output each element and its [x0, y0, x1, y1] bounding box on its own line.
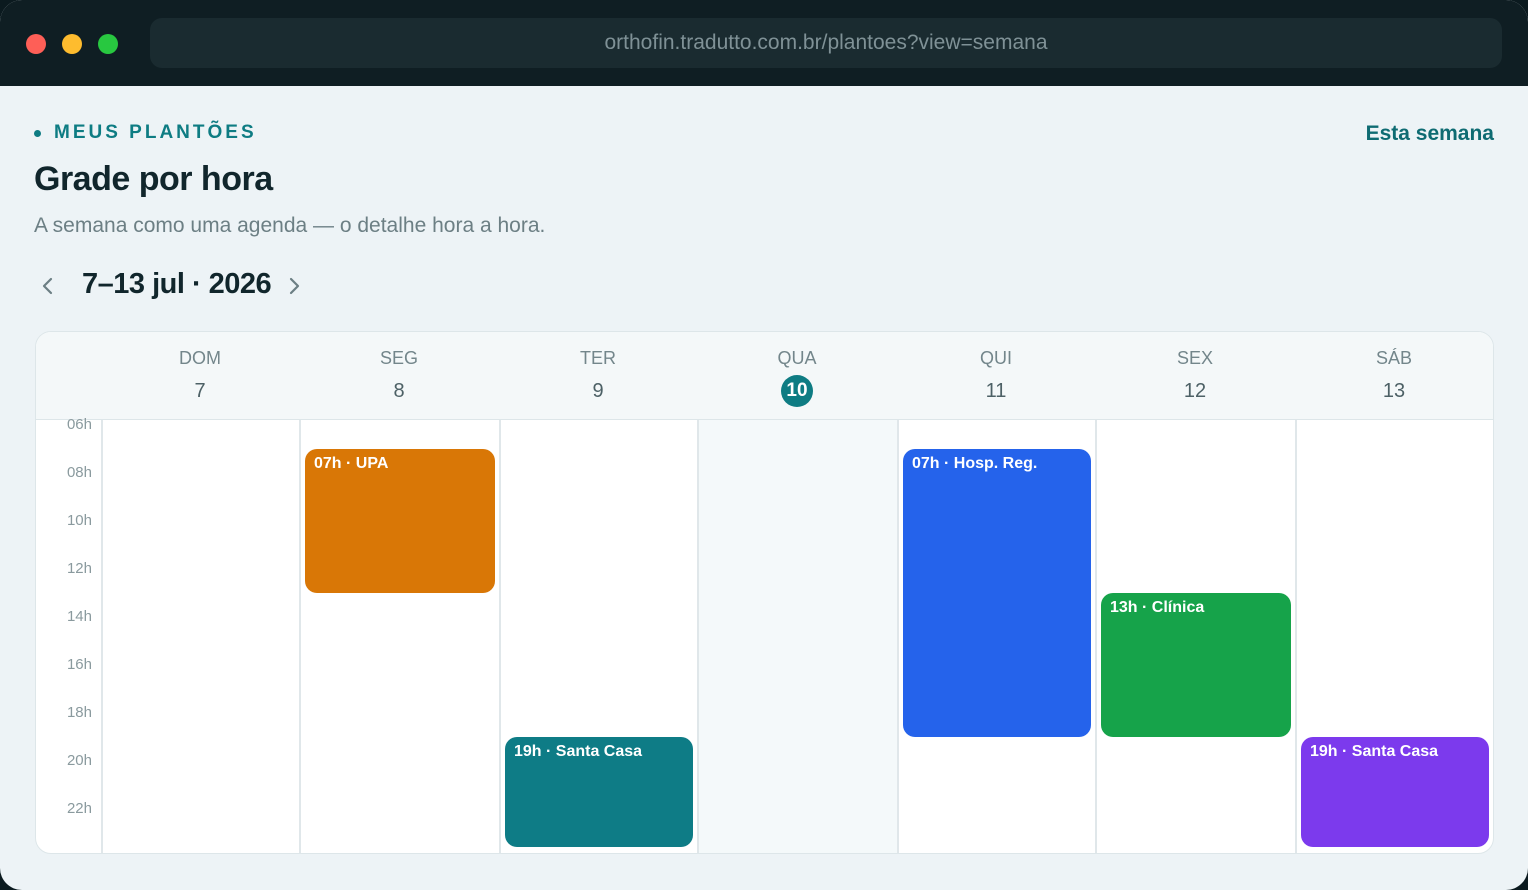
today-date-badge: 10 — [781, 375, 813, 407]
minimize-window-button[interactable] — [62, 34, 82, 54]
address-bar[interactable]: orthofin.tradutto.com.br/plantoes?view=s… — [150, 18, 1502, 68]
previous-week-button[interactable] — [34, 272, 62, 300]
page-subtitle: A semana como uma agenda — o detalhe hor… — [34, 214, 546, 237]
day-of-week-label: SEG — [379, 348, 418, 368]
day-column[interactable] — [101, 420, 299, 853]
day-number: 8 — [393, 380, 405, 402]
day-header-seg[interactable]: SEG 8 — [299, 332, 499, 419]
hour-label: 12h — [66, 560, 92, 577]
browser-titlebar: orthofin.tradutto.com.br/plantoes?view=s… — [0, 0, 1528, 86]
day-number: 12 — [1183, 380, 1207, 402]
hour-label: 10h — [66, 512, 92, 529]
hour-label: 20h — [66, 752, 92, 769]
day-of-week-label: QUI — [979, 348, 1012, 368]
week-calendar-grid: DOM 7 SEG 8 TER 9 QUA 10 QUI 11 SEX 12 SÁB 13 06h 08h 1… — [35, 331, 1494, 854]
week-range-label: 7–13 jul · 2026 — [82, 268, 272, 300]
hour-label: 08h — [66, 464, 92, 481]
day-column[interactable] — [697, 420, 897, 853]
section-eyebrow: MEUS PLANTÕES — [34, 122, 257, 144]
day-of-week-label: DOM — [179, 348, 221, 368]
chevron-right-icon — [289, 277, 300, 295]
hour-label: 14h — [66, 608, 92, 625]
day-of-week-label: SEX — [1176, 348, 1214, 368]
close-window-button[interactable] — [26, 34, 46, 54]
eyebrow-label: MEUS PLANTÕES — [54, 122, 257, 143]
chevron-left-icon — [42, 277, 53, 295]
day-header-sex[interactable]: SEX 12 — [1095, 332, 1295, 419]
hour-label: 22h — [66, 800, 92, 817]
day-header-dom[interactable]: DOM 7 — [101, 332, 299, 419]
day-number: 9 — [592, 380, 604, 402]
day-of-week-label: QUA — [777, 348, 817, 368]
day-number: 11 — [985, 380, 1007, 402]
bullet-icon — [34, 129, 41, 137]
time-gutter: 06h 08h 10h 12h 14h 16h 18h 20h 22h — [36, 416, 101, 853]
shift-event[interactable]: 19h · Santa Casa — [1301, 737, 1489, 847]
day-number: 7 — [194, 380, 206, 402]
maximize-window-button[interactable] — [98, 34, 118, 54]
hour-label: 16h — [66, 656, 92, 673]
calendar-day-header: DOM 7 SEG 8 TER 9 QUA 10 QUI 11 SEX 12 SÁB 13 — [36, 332, 1493, 420]
day-header-qui[interactable]: QUI 11 — [897, 332, 1095, 419]
day-header-ter[interactable]: TER 9 — [499, 332, 697, 419]
shift-event[interactable]: 19h · Santa Casa — [505, 737, 693, 847]
this-week-button[interactable]: Esta semana — [1366, 122, 1494, 146]
day-of-week-label: TER — [580, 348, 616, 368]
day-of-week-label: SÁB — [1375, 348, 1413, 368]
day-number: 13 — [1382, 380, 1406, 402]
shift-event[interactable]: 07h · UPA — [305, 449, 495, 593]
hour-label: 06h — [66, 416, 92, 433]
day-header-sáb[interactable]: SÁB 13 — [1295, 332, 1493, 419]
shift-event[interactable]: 13h · Clínica — [1101, 593, 1291, 737]
next-week-button[interactable] — [280, 272, 308, 300]
shift-event[interactable]: 07h · Hosp. Reg. — [903, 449, 1091, 737]
page-title: Grade por hora — [34, 160, 273, 198]
day-header-qua[interactable]: QUA 10 — [697, 332, 897, 419]
browser-window: orthofin.tradutto.com.br/plantoes?view=s… — [0, 0, 1528, 890]
page-content: MEUS PLANTÕES Esta semana Grade por hora… — [0, 86, 1528, 890]
hour-label: 18h — [66, 704, 92, 721]
